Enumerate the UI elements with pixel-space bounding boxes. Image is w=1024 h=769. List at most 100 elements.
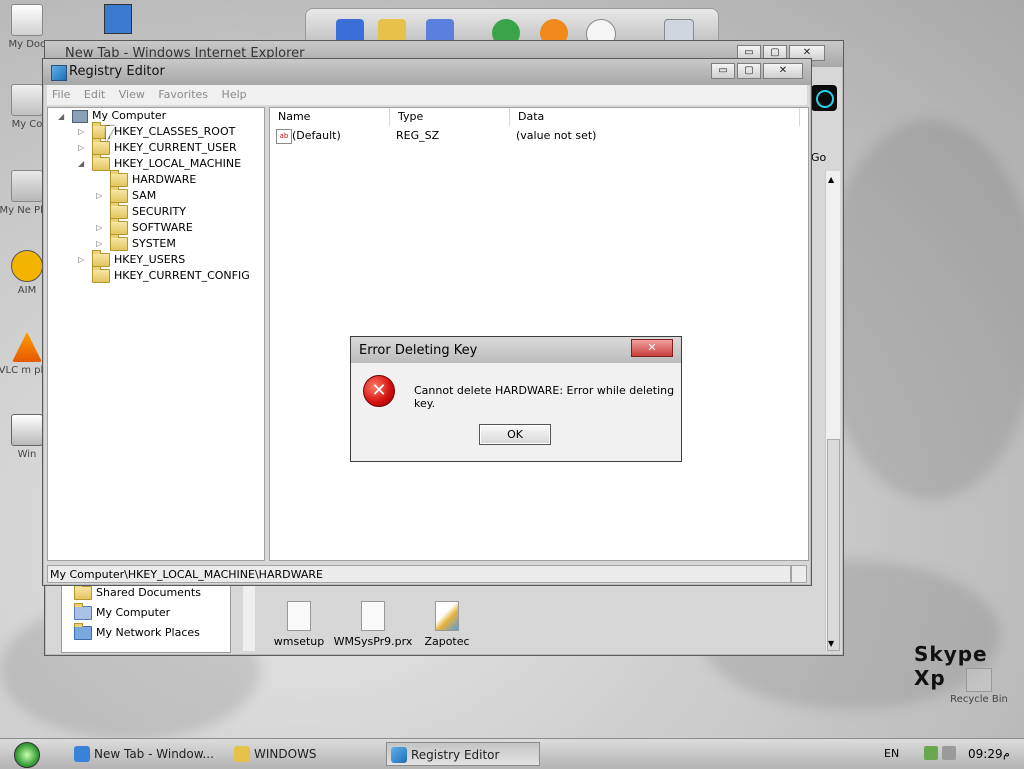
folder-icon [74,583,92,600]
taskbar-item-regedit[interactable]: Registry Editor [386,742,540,766]
side-link-shared-documents[interactable]: Shared Documents [74,583,201,600]
status-bar-path: My Computer\HKEY_LOCAL_MACHINE\HARDWARE [47,565,791,583]
column-header-name[interactable]: Name [270,108,390,126]
expander-icon[interactable]: ◢ [58,109,64,125]
ring-icon [816,90,834,108]
scroll-thumb[interactable] [827,439,840,651]
file-wmsetup[interactable]: wmsetup [269,601,329,648]
dialog-close-button[interactable]: ✕ [631,339,673,357]
menu-favorites[interactable]: Favorites [153,85,213,104]
folder-icon [110,202,128,219]
tree-node[interactable]: ▷ SYSTEM [96,234,176,252]
regedit-titlebar: Registry Editor ▭ ▢ ✕ [43,59,811,85]
scroll-down-icon[interactable]: ▼ [828,639,834,648]
windows-media-icon [11,414,43,446]
value-type: REG_SZ [396,129,440,142]
side-link-my-network-places[interactable]: My Network Places [74,623,200,640]
mouse-cursor-icon [106,126,115,142]
network-icon [74,623,92,640]
scroll-up-icon[interactable]: ▲ [828,175,834,184]
regedit-icon [391,747,407,763]
clock-suffix: م [1003,747,1010,760]
status-bar-grip[interactable] [791,565,807,583]
start-button[interactable] [14,742,40,768]
expander-icon[interactable]: ▷ [96,220,102,236]
file-icon [361,601,385,631]
error-dialog: Error Deleting Key ✕ ✕ Cannot delete HAR… [350,336,682,462]
dialog-title: Error Deleting Key [359,343,478,358]
vlc-icon [12,332,42,362]
recycle-bin-icon [966,668,992,692]
expander-icon[interactable]: ▷ [78,252,84,268]
computer-icon [72,109,88,123]
column-header-type[interactable]: Type [390,108,510,126]
maximize-button[interactable]: ▢ [737,63,761,79]
file-zapotec[interactable]: Zapotec [417,601,477,648]
value-data: (value not set) [516,129,597,142]
computer-icon [11,84,43,116]
tree-node[interactable]: ▷ HKEY_CLASSES_ROOT [78,122,235,140]
folder-icon [92,138,110,155]
calendar-icon[interactable] [104,4,132,34]
file-image-icon [435,601,459,631]
folder-icon [110,186,128,203]
volume-tray-icon[interactable] [942,746,956,760]
error-icon: ✕ [363,375,395,407]
side-link-my-computer[interactable]: My Computer [74,603,170,620]
regedit-window: Registry Editor ▭ ▢ ✕ File Edit View Fav… [42,58,812,586]
close-button[interactable]: ✕ [763,63,803,79]
ie-logo-area [811,85,837,111]
expander-icon[interactable]: ▷ [96,188,102,204]
language-indicator[interactable]: EN [884,747,899,760]
folder-icon [110,218,128,235]
folder-icon [92,250,110,267]
taskbar: New Tab - Window... WINDOWS Registry Edi… [0,738,1024,769]
tree-node[interactable]: ▷ SAM [96,186,156,204]
folder-icon [92,154,110,171]
column-header-data[interactable]: Data [510,108,800,126]
tree-node[interactable]: ◢ My Computer [58,108,166,124]
regedit-app-icon [51,65,67,81]
computer-icon [74,603,92,620]
values-pane[interactable]: Name Type Data ab (Default) REG_SZ (valu… [269,107,809,561]
menu-file[interactable]: File [47,85,75,104]
network-icon [11,170,43,202]
menu-view[interactable]: View [114,85,150,104]
network-tray-icon[interactable] [924,746,938,760]
taskbar-item-ie[interactable]: New Tab - Window... [70,742,220,766]
ie-icon [74,746,90,762]
menu-edit[interactable]: Edit [79,85,110,104]
side-panel-scrollbar[interactable] [243,581,255,651]
taskbar-item-windows-folder[interactable]: WINDOWS [230,742,380,766]
string-value-icon: ab [276,129,292,144]
dialog-message: Cannot delete HARDWARE: Error while dele… [414,384,675,410]
menu-help[interactable]: Help [217,85,252,104]
tree-node[interactable]: ◢ HKEY_LOCAL_MACHINE [78,154,241,172]
bg-texture [820,120,1024,500]
explorer-side-panel: Shared Documents My Computer My Network … [61,581,231,653]
aim-icon [11,250,43,282]
value-name: (Default) [292,129,341,142]
value-row[interactable]: ab (Default) REG_SZ (value not set) [274,128,800,144]
folder-open-icon [110,170,128,187]
minimize-button[interactable]: ▭ [711,63,735,79]
expander-icon[interactable]: ◢ [78,156,84,172]
go-button[interactable]: Go [811,151,826,164]
menu-bar: File Edit View Favorites Help [47,85,807,105]
tree-node[interactable]: ▷ HKEY_CURRENT_USER [78,138,237,156]
ok-button[interactable]: OK [479,424,551,445]
desktop-icon-recycle-bin[interactable]: Recycle Bin [944,668,1014,705]
folder-icon [92,266,110,283]
home-icon [11,4,43,36]
expander-icon[interactable]: ▷ [78,140,84,156]
key-tree-pane[interactable]: ◢ My Computer ▷ HKEY_CLASSES_ROOT ▷ HKEY… [47,107,265,561]
regedit-title: Registry Editor [69,64,165,79]
file-icon [287,601,311,631]
expander-icon[interactable]: ▷ [78,124,84,140]
tree-node[interactable]: HKEY_CURRENT_CONFIG [78,266,250,284]
ie-scrollbar[interactable]: ▲ ▼ [825,171,840,651]
folder-icon [234,746,250,762]
folder-icon [110,234,128,251]
clock[interactable]: 09:29 [968,747,1003,761]
file-wmsyspr9[interactable]: WMSysPr9.prx [333,601,413,648]
